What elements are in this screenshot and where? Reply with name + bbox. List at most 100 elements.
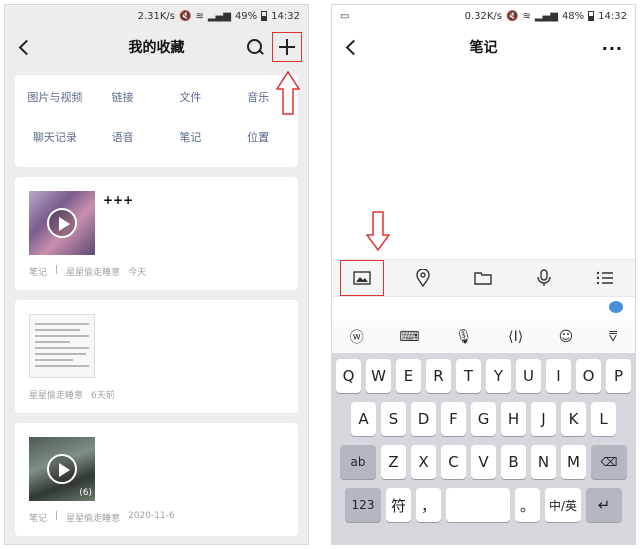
search-icon[interactable] — [246, 38, 264, 56]
note-toolbar — [332, 259, 635, 297]
wifi-icon: ≋ — [195, 10, 204, 22]
page-title: 我的收藏 — [128, 40, 185, 56]
key-u[interactable]: U — [516, 359, 541, 393]
cursor-icon[interactable]: ⟨I⟩ — [508, 329, 523, 345]
key-i[interactable]: I — [546, 359, 571, 393]
key-b[interactable]: B — [501, 445, 526, 479]
space-key[interactable] — [446, 488, 510, 522]
folder-icon — [474, 272, 493, 285]
meta-source: 星星偷走睡意 — [66, 514, 121, 524]
key-j[interactable]: J — [531, 402, 556, 436]
status-bar: 2.31K/s 🔇 ≋ ▂▄▆ 49% 14:32 — [5, 5, 308, 27]
key-period[interactable]: 。 — [515, 488, 540, 522]
voice-input-icon[interactable]: 🎙 — [455, 329, 473, 345]
key-comma[interactable]: ， — [416, 488, 441, 522]
key-z[interactable]: Z — [381, 445, 406, 479]
add-button[interactable] — [272, 32, 302, 62]
key-v[interactable]: V — [471, 445, 496, 479]
insert-file-button[interactable] — [461, 260, 505, 296]
clock: 14:32 — [271, 10, 300, 22]
down-arrow-annotation-icon — [366, 211, 390, 251]
key-y[interactable]: Y — [486, 359, 511, 393]
mute-icon: 🔇 — [506, 10, 519, 22]
up-arrow-annotation-icon — [276, 71, 300, 115]
mute-icon: 🔇 — [179, 10, 192, 22]
meta-source: 星星偷走睡意 — [66, 268, 121, 278]
key-language-toggle[interactable]: 中/英 — [545, 488, 581, 522]
key-o[interactable]: O — [576, 359, 601, 393]
insert-image-button[interactable] — [340, 260, 385, 296]
key-k[interactable]: K — [561, 402, 586, 436]
key-e[interactable]: E — [396, 359, 421, 393]
key-c[interactable]: C — [441, 445, 466, 479]
category-chat-history[interactable]: 聊天记录 — [21, 129, 89, 153]
favorite-item[interactable]: (6) 笔记 | 星星偷走睡意 2020-11-6 — [15, 423, 298, 536]
favorite-item[interactable]: +++ 笔记 | 星星偷走睡意 今天 — [15, 177, 298, 290]
key-q[interactable]: Q — [336, 359, 361, 393]
document-thumbnail — [29, 314, 95, 378]
key-h[interactable]: H — [501, 402, 526, 436]
category-links[interactable]: 链接 — [89, 89, 157, 113]
key-x[interactable]: X — [411, 445, 436, 479]
network-speed: 0.32K/s — [464, 10, 503, 22]
key-row-4: 123 符 ， 。 中/英 ↵ — [335, 488, 632, 522]
count-badge: (6) — [79, 488, 92, 498]
key-s[interactable]: S — [381, 402, 406, 436]
keyboard: Q W E R T Y U I O P A S D F G H J K L ab… — [332, 353, 635, 544]
keyboard-icon[interactable]: ⌨ — [399, 329, 419, 345]
clock: 14:32 — [598, 10, 627, 22]
key-p[interactable]: P — [606, 359, 631, 393]
assistant-bubble-icon[interactable] — [609, 301, 623, 313]
favorite-item[interactable]: 星星偷走睡意 6天前 — [15, 300, 298, 413]
key-row-1: Q W E R T Y U I O P — [335, 359, 632, 393]
key-123[interactable]: 123 — [345, 488, 381, 522]
page-title: 笔记 — [469, 40, 498, 56]
category-voice[interactable]: 语音 — [89, 129, 157, 153]
play-icon — [47, 208, 77, 238]
backspace-key[interactable]: ⌫ — [591, 445, 627, 479]
key-a[interactable]: A — [351, 402, 376, 436]
input-method-icon[interactable]: ⓦ — [350, 327, 364, 347]
key-n[interactable]: N — [531, 445, 556, 479]
insert-list-button[interactable] — [583, 260, 627, 296]
wifi-icon: ≋ — [522, 10, 531, 22]
key-t[interactable]: T — [456, 359, 481, 393]
back-arrow-icon[interactable] — [342, 35, 364, 59]
play-icon — [47, 454, 77, 484]
key-symbols[interactable]: 符 — [386, 488, 411, 522]
key-l[interactable]: L — [591, 402, 616, 436]
key-ab[interactable]: ab — [340, 445, 376, 479]
category-images-videos[interactable]: 图片与视频 — [21, 89, 89, 113]
meta-separator: | — [55, 511, 59, 521]
collapse-keyboard-icon[interactable]: ⩢ — [609, 329, 618, 345]
key-w[interactable]: W — [366, 359, 391, 393]
key-r[interactable]: R — [426, 359, 451, 393]
emoji-icon[interactable]: ☺ — [559, 329, 574, 345]
category-files[interactable]: 文件 — [157, 89, 225, 113]
network-speed: 2.31K/s — [137, 10, 176, 22]
key-row-2: A S D F G H J K L — [335, 402, 632, 436]
category-location[interactable]: 位置 — [224, 129, 292, 153]
favorite-meta: 笔记 | 星星偷走睡意 今天 — [29, 265, 146, 278]
meta-type: 笔记 — [29, 268, 48, 278]
battery-percent: 49% — [234, 10, 258, 22]
favorite-meta: 笔记 | 星星偷走睡意 2020-11-6 — [29, 511, 175, 524]
meta-date: 2020-11-6 — [128, 511, 175, 521]
key-g[interactable]: G — [471, 402, 496, 436]
key-m[interactable]: M — [561, 445, 586, 479]
key-f[interactable]: F — [441, 402, 466, 436]
back-arrow-icon[interactable] — [15, 35, 37, 59]
keyboard-toolbar: ⓦ ⌨ 🎙 ⟨I⟩ ☺ ⩢ — [332, 321, 635, 353]
meta-separator: | — [55, 265, 59, 275]
video-thumbnail — [29, 191, 95, 255]
insert-voice-button[interactable] — [522, 260, 566, 296]
insert-location-button[interactable] — [401, 260, 445, 296]
signal-icon: ▂▄▆ — [534, 10, 558, 22]
key-d[interactable]: D — [411, 402, 436, 436]
meta-source: 星星偷走睡意 — [29, 391, 84, 401]
enter-key[interactable]: ↵ — [586, 488, 622, 522]
image-icon — [353, 271, 371, 285]
key-row-3: ab Z X C V B N M ⌫ — [335, 445, 632, 479]
more-options-icon[interactable]: ··· — [602, 39, 623, 58]
category-notes[interactable]: 笔记 — [157, 129, 225, 153]
